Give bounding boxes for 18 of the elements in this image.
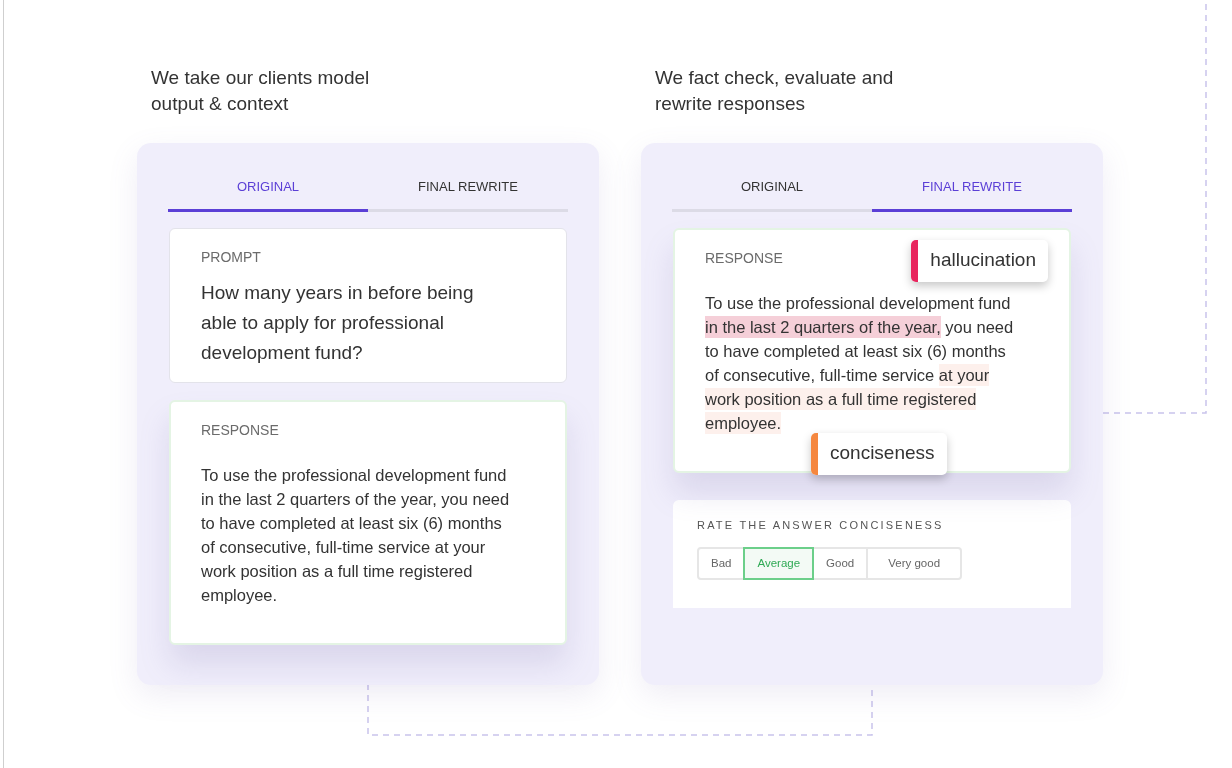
rating-title: RATE THE ANSWER CONCISENESS	[697, 517, 945, 533]
rating-option[interactable]: Bad	[697, 547, 746, 580]
issue-tag: conciseness	[811, 432, 947, 475]
issue-tag: hallucination	[911, 239, 1048, 282]
card-label: RESPONSE	[705, 248, 783, 268]
tab[interactable]: FINAL REWRITE	[872, 177, 1072, 212]
panel-caption: We fact check, evaluate and rewrite responses	[655, 66, 895, 116]
prompt-text: How many years in before being able to apply for professional development fund?	[201, 280, 475, 365]
tab[interactable]: ORIGINAL	[672, 177, 872, 212]
card-label: RESPONSE	[201, 420, 279, 440]
rating-option[interactable]: Good	[812, 547, 869, 580]
response-text: To use the professional development fund in the last 2 quarters of the year, you need to have completed at least six (6) months of consecutive, full-time service at your work position as a full time registered employee.	[201, 464, 511, 606]
response-text: To use the professional development fund in the last 2 quarters of the year, you need to have completed at least six (6) months of consecutive, full-time service at your work position as a full time registered employee.	[705, 292, 1015, 435]
card-label: PROMPT	[201, 247, 262, 267]
tab[interactable]: ORIGINAL	[168, 177, 368, 212]
tab[interactable]: FINAL REWRITE	[368, 177, 568, 212]
rating-option[interactable]: Very good	[866, 547, 963, 580]
panel-caption: We take our clients model output & context	[151, 66, 371, 116]
